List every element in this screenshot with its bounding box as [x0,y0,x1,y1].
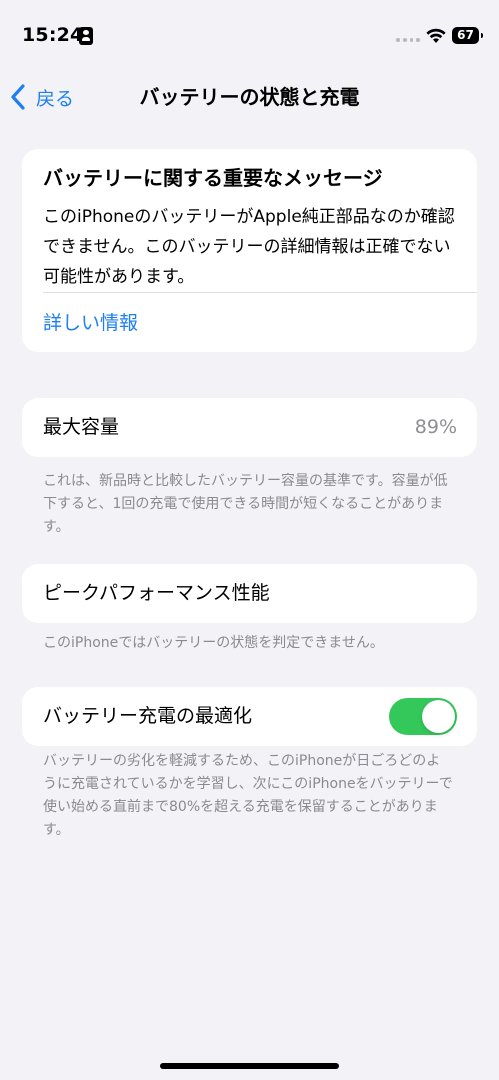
cellular-signal-icon [396,38,420,44]
battery-warning-card: バッテリーに関する重要なメッセージ このiPhoneのバッテリーがApple純正… [22,149,477,352]
optimized-charging-label: バッテリー充電の最適化 [43,705,253,727]
person-icon [79,27,93,45]
optimized-charging-footnote: バッテリーの劣化を軽減するため、このiPhoneが日ごろどのように充電されている… [43,753,453,838]
warning-body: このiPhoneのバッテリーがApple純正部品なのか確認できません。このバッテ… [43,207,455,287]
status-time: 15:24 [22,24,84,46]
max-capacity-footnote: これは、新品時と比較したバッテリー容量の基準です。容量が低下すると、1回の充電で… [43,473,448,535]
toggle-knob [422,700,455,733]
more-info-link[interactable]: 詳しい情報 [43,308,138,338]
peak-performance-label: ピークパフォーマンス性能 [43,582,270,604]
warning-title: バッテリーに関する重要なメッセージ [43,166,383,190]
page-title: バッテリーの状態と充電 [139,85,360,109]
peak-performance-row: ピークパフォーマンス性能 [22,564,477,623]
battery-icon: 67 [452,27,483,44]
home-indicator[interactable] [160,1063,339,1069]
warning-divider [43,292,477,293]
max-capacity-row: 最大容量 89% [22,398,477,457]
status-bar: 15:24 67 [0,0,499,72]
max-capacity-label: 最大容量 [43,416,120,438]
optimized-charging-toggle[interactable] [389,698,457,735]
wifi-icon [426,28,446,43]
peak-performance-footnote: このiPhoneではバッテリーの状態を判定できません。 [43,635,384,651]
max-capacity-value: 89% [414,416,457,438]
optimized-charging-row: バッテリー充電の最適化 [22,687,477,746]
